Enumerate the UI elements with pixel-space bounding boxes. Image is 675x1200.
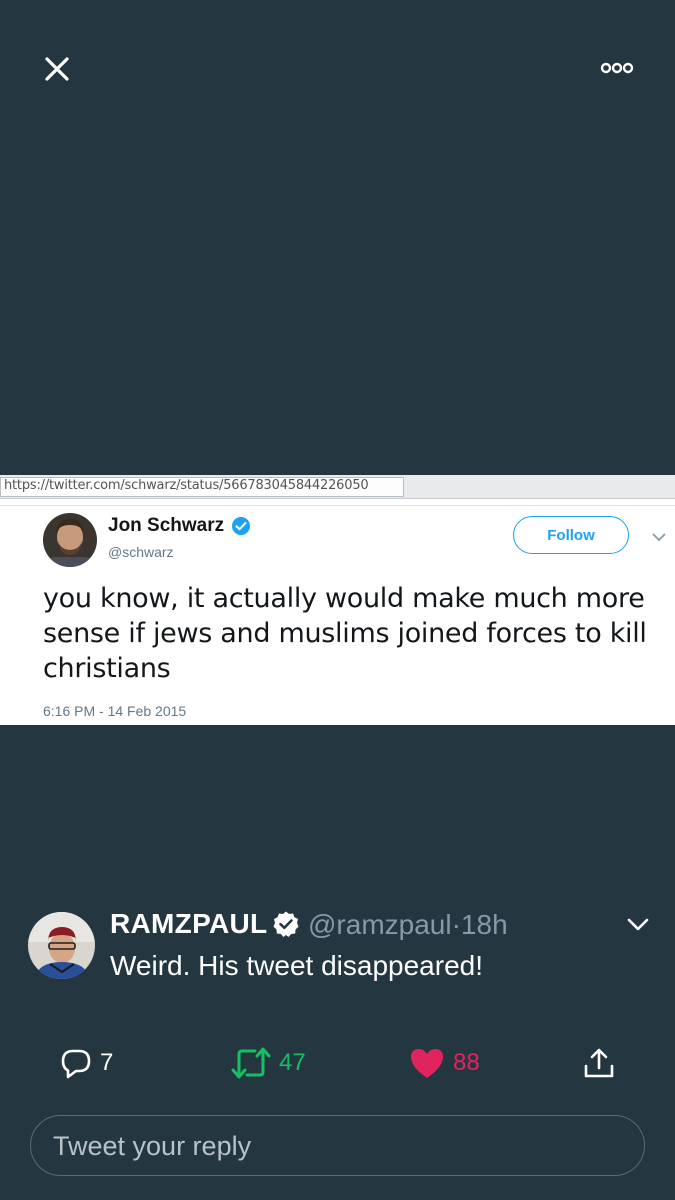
more-options-button[interactable] (596, 56, 640, 80)
tweet-timestamp: 6:16 PM - 14 Feb 2015 (43, 703, 187, 719)
heart-icon (411, 1049, 443, 1078)
share-button[interactable] (582, 1045, 616, 1081)
verified-badge-icon (232, 517, 250, 535)
verified-badge-icon (273, 911, 299, 937)
url-text: https://twitter.com/schwarz/status/56678… (4, 478, 369, 493)
reply-count: 7 (100, 1049, 114, 1076)
follow-button: Follow (513, 516, 629, 554)
retweet-button[interactable]: 47 (231, 1045, 306, 1081)
share-icon (584, 1048, 614, 1078)
reply-icon (61, 1049, 91, 1079)
chevron-down-icon (652, 533, 666, 542)
reply-box[interactable] (30, 1115, 645, 1176)
author-handle: @schwarz (108, 544, 174, 560)
more-options-icon (600, 62, 634, 74)
author-name[interactable]: RAMZPAUL (110, 908, 267, 940)
tweet-time: 18h (460, 909, 508, 940)
browser-url-bar: https://twitter.com/schwarz/status/56678… (0, 475, 675, 499)
author-handle[interactable]: @ramzpaul (308, 909, 452, 940)
retweet-count: 47 (279, 1049, 306, 1076)
author-handle-and-time: @ramzpaul·18h (308, 909, 508, 941)
author-name: Jon Schwarz (108, 515, 225, 536)
separator: · (451, 909, 461, 940)
tweet-text: Weird. His tweet disappeared! (110, 950, 483, 981)
reply-input[interactable] (51, 1116, 625, 1176)
like-button[interactable]: 88 (409, 1045, 480, 1081)
embedded-tweet-screenshot[interactable]: https://twitter.com/schwarz/status/56678… (0, 475, 675, 725)
avatar[interactable] (28, 912, 95, 979)
tweet-text: you know, it actually would make much mo… (43, 583, 647, 684)
avatar (43, 513, 97, 567)
divider (0, 505, 675, 506)
reply-button[interactable]: 7 (60, 1045, 113, 1081)
chevron-down-icon[interactable] (626, 916, 650, 934)
retweet-icon (231, 1047, 271, 1079)
close-icon (45, 57, 69, 81)
like-count: 88 (453, 1049, 480, 1076)
close-button[interactable] (40, 52, 74, 86)
